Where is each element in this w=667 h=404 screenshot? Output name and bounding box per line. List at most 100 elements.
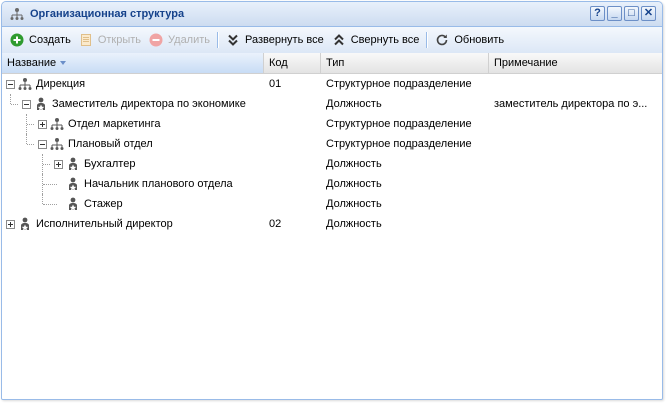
expand-icon[interactable]	[38, 119, 47, 129]
tree-row[interactable]: Дирекция 01 Структурное подразделение	[2, 74, 662, 94]
cell-code	[264, 134, 321, 154]
tree-guide-line	[43, 164, 50, 165]
refresh-button[interactable]: Обновить	[431, 29, 508, 51]
toolbar-separator	[217, 32, 220, 48]
node-label: Дирекция	[36, 78, 86, 90]
cell-note	[489, 74, 659, 94]
collapse-all-button[interactable]: Свернуть все	[328, 29, 424, 51]
position-icon	[66, 197, 80, 211]
minus-circle-icon	[149, 33, 163, 47]
toolbar: Создать Открыть Удалить Развернуть все С…	[2, 27, 662, 54]
tree-node: Плановый отдел	[38, 134, 153, 154]
leaf-spacer	[54, 180, 63, 189]
tree-row[interactable]: Стажер Должность	[2, 194, 662, 214]
expand-icon[interactable]	[54, 159, 63, 169]
node-label: Начальник планового отдела	[84, 178, 233, 190]
cell-note	[489, 174, 659, 194]
tree-guide-line	[10, 94, 11, 104]
create-button[interactable]: Создать	[6, 29, 75, 51]
org-structure-icon	[10, 7, 24, 21]
node-label: Исполнительный директор	[36, 218, 173, 230]
cell-note	[489, 134, 659, 154]
cell-code: 02	[269, 218, 282, 230]
cell-code	[264, 94, 321, 114]
help-button[interactable]: ?	[590, 6, 605, 21]
maximize-button[interactable]: □	[624, 6, 639, 21]
node-label: Отдел маркетинга	[68, 118, 161, 130]
expand-all-button[interactable]: Развернуть все	[222, 29, 328, 51]
cell-type: Структурное подразделение	[326, 138, 472, 150]
delete-label: Удалить	[168, 34, 211, 46]
tree-guide-line	[27, 124, 34, 125]
collapse-icon[interactable]	[22, 99, 31, 109]
cell-code	[264, 114, 321, 134]
sort-desc-icon	[60, 61, 67, 66]
tree-node: Дирекция	[6, 74, 85, 94]
column-header-note[interactable]: Примечание	[489, 53, 662, 73]
refresh-label: Обновить	[454, 34, 505, 46]
tree-row[interactable]: Отдел маркетинга Структурное подразделени…	[2, 114, 662, 134]
column-header-type[interactable]: Тип	[321, 53, 489, 73]
node-label: Стажер	[84, 198, 123, 210]
tree-guide-line	[27, 144, 34, 145]
cell-code	[264, 174, 321, 194]
collapse-icon[interactable]	[38, 139, 47, 149]
double-chevron-up-icon	[332, 33, 346, 47]
cell-type: Должность	[326, 218, 382, 230]
org-structure-window: Организационная структура ? _ □ ✕ Создат…	[1, 1, 663, 400]
open-label: Открыть	[97, 34, 142, 46]
expand-all-label: Развернуть все	[245, 34, 324, 46]
tree-row[interactable]: Начальник планового отдела Должность	[2, 174, 662, 194]
column-header-code[interactable]: Код	[264, 53, 321, 73]
cell-type: Должность	[326, 158, 382, 170]
org-structure-icon	[50, 137, 64, 151]
grid-header: Название Код Тип Примечание	[2, 53, 662, 74]
cell-name: Стажер	[2, 194, 264, 214]
cell-code: 01	[269, 78, 282, 90]
org-structure-icon	[18, 77, 32, 91]
tree-row[interactable]: Бухгалтер Должность	[2, 154, 662, 174]
collapse-icon[interactable]	[6, 79, 15, 89]
position-icon	[66, 157, 80, 171]
window-title: Организационная структура	[30, 8, 185, 20]
open-button[interactable]: Открыть	[75, 29, 145, 51]
create-label: Создать	[29, 34, 71, 46]
tree-row[interactable]: Исполнительный директор 02 Должность	[2, 214, 662, 234]
cell-type: Должность	[326, 198, 382, 210]
position-icon	[34, 97, 48, 111]
cell-note: заместитель директора по э...	[494, 98, 648, 110]
cell-note	[489, 194, 659, 214]
position-icon	[18, 217, 32, 231]
node-label: Плановый отдел	[68, 138, 153, 150]
tree-node: Исполнительный директор	[6, 214, 173, 234]
tree-row[interactable]: Заместитель директора по экономике Должно…	[2, 94, 662, 114]
cell-type: Должность	[326, 98, 382, 110]
tree-guide-line	[26, 134, 27, 144]
node-label: Заместитель директора по экономике	[52, 98, 246, 110]
double-chevron-down-icon	[226, 33, 240, 47]
cell-name: Отдел маркетинга	[2, 114, 264, 134]
close-button[interactable]: ✕	[641, 6, 656, 21]
window-tools: ? _ □ ✕	[590, 6, 656, 21]
tree-grid: Название Код Тип Примечание Дирекция 01 Ст…	[2, 53, 662, 399]
tree-guide-line	[11, 104, 18, 105]
cell-note	[489, 214, 659, 234]
expand-icon[interactable]	[6, 219, 15, 229]
position-icon	[66, 177, 80, 191]
cell-code	[264, 154, 321, 174]
cell-type: Должность	[326, 178, 382, 190]
cell-type: Структурное подразделение	[326, 118, 472, 130]
tree-node: Отдел маркетинга	[38, 114, 161, 134]
delete-button[interactable]: Удалить	[145, 29, 214, 51]
column-name-label: Название	[7, 57, 57, 69]
window-titlebar[interactable]: Организационная структура ? _ □ ✕	[2, 2, 662, 27]
cell-name: Исполнительный директор	[2, 214, 264, 234]
grid-body: Дирекция 01 Структурное подразделение Замес…	[2, 74, 662, 234]
tree-row[interactable]: Плановый отдел Структурное подразделение	[2, 134, 662, 154]
minimize-button[interactable]: _	[607, 6, 622, 21]
document-icon	[79, 33, 93, 47]
column-header-name[interactable]: Название	[2, 53, 264, 73]
cell-name: Бухгалтер	[2, 154, 264, 174]
tree-node: Бухгалтер	[54, 154, 135, 174]
tree-node: Заместитель директора по экономике	[22, 94, 246, 114]
